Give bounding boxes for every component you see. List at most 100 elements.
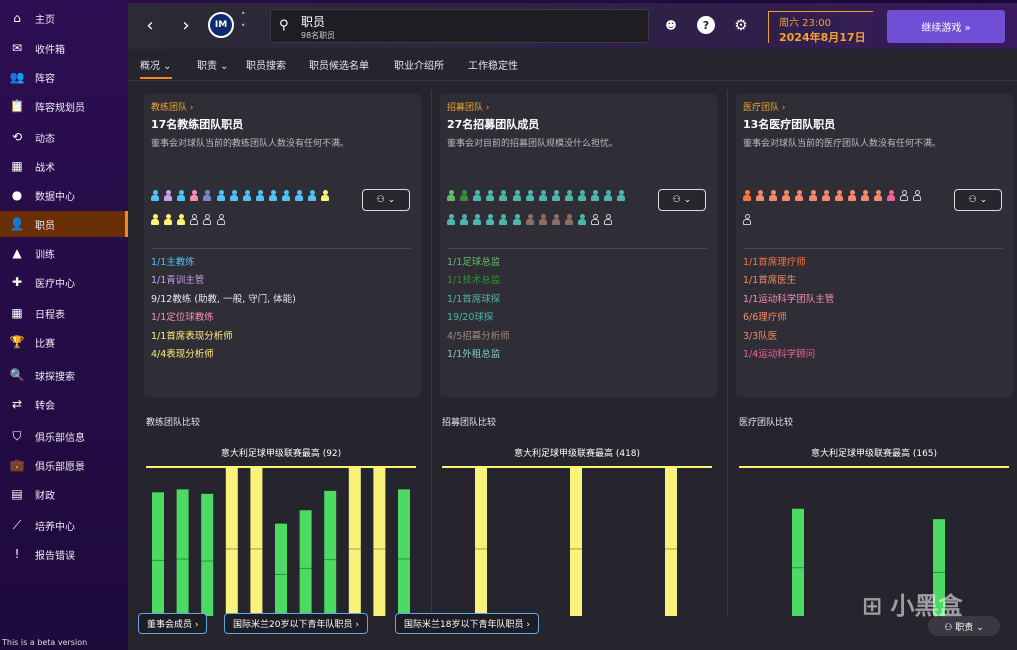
role-row[interactable]: 1/1运动科学团队主管: [743, 291, 834, 309]
search-box[interactable]: ⚲ 职员 98名职员: [270, 9, 649, 43]
role-row[interactable]: 19/20球探: [447, 309, 510, 327]
role-row[interactable]: 1/1首席表现分析师: [151, 328, 296, 346]
watermark: ⊞ 小黑盒: [862, 592, 963, 620]
comparison-bar[interactable]: [299, 510, 312, 616]
sidebar-item-8[interactable]: ▲ 训练: [0, 240, 128, 266]
sidebar-item-4[interactable]: ⟲ 动态: [0, 124, 128, 150]
tab-5[interactable]: 工作稳定性: [468, 57, 518, 72]
gear-icon[interactable]: ⚙: [732, 16, 750, 34]
sidebar-item-label: 收件箱: [35, 44, 65, 56]
person-icon: [242, 190, 251, 204]
panel-category-link[interactable]: 招募团队 ›: [447, 100, 489, 113]
back-icon[interactable]: ‹: [138, 13, 162, 37]
sidebar-item-17[interactable]: ⟋ 培养中心: [0, 512, 128, 538]
role-row[interactable]: 1/1足球总监: [447, 254, 510, 272]
sidebar-item-3[interactable]: 📋 阵容规划员: [0, 93, 128, 119]
panel-category-link[interactable]: 医疗团队 ›: [743, 100, 785, 113]
comparison-bar[interactable]: [201, 493, 214, 616]
club-badge[interactable]: IM: [208, 12, 234, 38]
comparison-chart: 意大利足球甲级联赛最高 (92): [146, 440, 416, 620]
sidebar-item-6[interactable]: ● 数据中心: [0, 182, 128, 208]
sidebar-item-16[interactable]: ▤ 财政: [0, 481, 128, 507]
filter-dropdown[interactable]: ⚇ ⌄: [954, 189, 1002, 211]
comparison-bar[interactable]: [250, 467, 263, 616]
sidebar-item-2[interactable]: 👥 阵容: [0, 64, 128, 90]
role-row[interactable]: 1/4运动科学顾问: [743, 346, 834, 364]
filter-dropdown[interactable]: ⚇ ⌄: [362, 189, 410, 211]
sidebar-item-0[interactable]: ⌂ 主页: [0, 5, 128, 31]
panel-category-link[interactable]: 教练团队 ›: [151, 100, 193, 113]
tab-1[interactable]: 职责 ⌄: [197, 57, 229, 72]
sidebar-item-5[interactable]: ▦ 战术: [0, 153, 128, 179]
squad-icon: 👥: [9, 70, 25, 84]
tab-3[interactable]: 职员候选名单: [309, 57, 369, 72]
tab-0[interactable]: 概况 ⌄: [140, 57, 172, 79]
person-icon: [874, 190, 882, 204]
bottom-link-button-0[interactable]: 董事会成员 ›: [138, 613, 208, 634]
comparison-bar[interactable]: [398, 489, 410, 616]
person-body: [617, 195, 626, 201]
person-body: [887, 195, 896, 201]
role-row[interactable]: 4/5招募分析师: [447, 328, 510, 346]
person-icon: [591, 190, 600, 204]
sidebar-item-9[interactable]: ✚ 医疗中心: [0, 269, 128, 295]
person-icon: [190, 214, 199, 228]
help-icon[interactable]: ?: [697, 16, 715, 34]
role-row[interactable]: 9/12教练 (助教, 一般, 守门, 体能): [151, 291, 296, 309]
continue-button[interactable]: 继续游戏 »: [887, 10, 1005, 43]
forward-icon[interactable]: ›: [174, 13, 198, 37]
role-row[interactable]: 1/1首席医生: [743, 272, 834, 290]
role-row[interactable]: 1/1外租总监: [447, 346, 510, 364]
bottom-link-button-1[interactable]: 国际米兰20岁以下青年队职员 ›: [224, 613, 368, 634]
comparison-bar[interactable]: [475, 467, 487, 616]
role-row[interactable]: 1/1主教练: [151, 254, 296, 272]
person-icon: [525, 214, 534, 228]
role-row[interactable]: 1/1首席球探: [447, 291, 510, 309]
comparison-bar[interactable]: [324, 490, 337, 616]
comparison-bar[interactable]: [665, 467, 677, 616]
comparison-bar[interactable]: [225, 467, 238, 616]
person-icon: [447, 214, 455, 228]
sidebar-item-12[interactable]: 🔍 球探搜索: [0, 362, 128, 388]
person-body: [591, 195, 600, 201]
person-icon: [473, 190, 482, 204]
sidebar-item-11[interactable]: 🏆 比赛: [0, 329, 128, 355]
tab-4[interactable]: 职业介绍所: [394, 57, 444, 72]
sidebar-item-1[interactable]: ✉ 收件箱: [0, 35, 128, 61]
sidebar-item-18[interactable]: ! 报告错误: [0, 541, 128, 567]
person-icon: [216, 214, 225, 228]
social-icon[interactable]: ☻: [662, 16, 680, 34]
role-row[interactable]: 4/4表现分析师: [151, 346, 296, 364]
club-switch-icon[interactable]: ˄ ˅: [241, 11, 246, 35]
comparison-bar[interactable]: [152, 492, 164, 616]
role-row[interactable]: 3/3队医: [743, 328, 834, 346]
role-row[interactable]: 1/1定位球教练: [151, 309, 296, 327]
sidebar-item-10[interactable]: ▦ 日程表: [0, 300, 128, 326]
comparison-bar[interactable]: [373, 467, 386, 616]
comparison-bar[interactable]: [348, 467, 361, 616]
comparison-bar[interactable]: [176, 489, 189, 616]
role-row[interactable]: 1/1技术总监: [447, 272, 510, 290]
person-body: [295, 195, 304, 201]
person-body: [525, 195, 534, 201]
filter-dropdown[interactable]: ⚇ ⌄: [658, 189, 706, 211]
bottom-link-button-2[interactable]: 国际米兰18岁以下青年队职员 ›: [395, 613, 539, 634]
role-row[interactable]: 1/1青训主管: [151, 272, 296, 290]
comparison-bar[interactable]: [792, 508, 804, 616]
role-row[interactable]: 1/1首席理疗师: [743, 254, 834, 272]
training-icon: ▲: [12, 246, 22, 260]
role-row[interactable]: 6/6理疗师: [743, 309, 834, 327]
tab-2[interactable]: 职员搜索: [246, 57, 286, 72]
calendar-icon: ▦: [11, 306, 23, 320]
sidebar-item-13[interactable]: ⇄ 转会: [0, 391, 128, 417]
sidebar-item-15[interactable]: 💼 俱乐部愿景: [0, 452, 128, 478]
sidebar-item-7[interactable]: 👤 职员: [0, 211, 128, 237]
person-icon: [177, 190, 186, 204]
comparison-bar[interactable]: [275, 523, 287, 616]
person-body: [242, 195, 251, 201]
person-body: [473, 219, 482, 225]
person-icon: [617, 190, 626, 204]
person-body: [743, 195, 751, 201]
comparison-bar[interactable]: [570, 467, 582, 616]
sidebar-item-14[interactable]: ⛉ 俱乐部信息: [0, 423, 128, 449]
